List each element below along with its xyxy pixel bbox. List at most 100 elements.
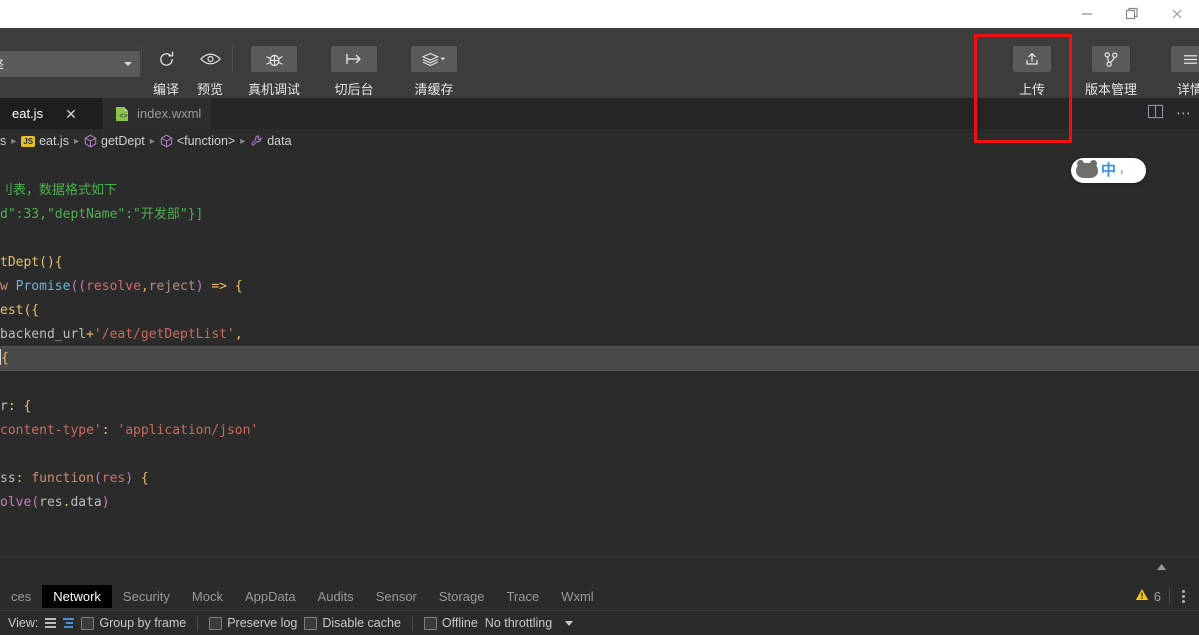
ime-indicator[interactable]: 中 ， — [1071, 158, 1146, 183]
toolbar-button-real-device-debug[interactable]: 真机调试 — [243, 46, 305, 98]
toolbar-label-compile: 编译 — [152, 82, 179, 97]
code-line[interactable]: 刂表，数据格式如下 — [0, 179, 117, 203]
ime-punctuation-label[interactable]: ， — [1119, 165, 1130, 176]
devtools-tab-audits[interactable]: Audits — [307, 585, 365, 608]
breadcrumb-separator: ▸ — [73, 135, 79, 147]
code-token: w — [0, 279, 16, 294]
code-line[interactable]: w Promise((resolve,reject) => { — [0, 275, 243, 299]
code-line[interactable]: est({ — [0, 299, 39, 323]
code-token: olve — [0, 495, 32, 510]
switch-background-icon — [331, 46, 377, 72]
breadcrumb-item-0[interactable]: s — [0, 134, 6, 148]
more-actions-icon[interactable]: ⋯ — [1176, 106, 1191, 121]
code-line[interactable]: r: { — [0, 395, 31, 419]
toolbar-button-switch-background[interactable]: 切后台 — [323, 46, 385, 98]
breadcrumb-item-3[interactable]: <function> — [160, 134, 235, 149]
toolbar-button-clear-cache[interactable]: 清缓存 — [403, 46, 465, 98]
devtools-tab-appdata[interactable]: AppData — [234, 585, 307, 608]
breadcrumb-separator: ▸ — [149, 135, 155, 147]
toolbar-button-upload[interactable]: 上传 — [1010, 46, 1054, 98]
toolbar-button-compile[interactable]: 编译 — [144, 46, 188, 98]
devtools-panel: ces Network Security Mock AppData Audits Senso… — [0, 556, 1199, 635]
close-icon[interactable]: ✕ — [65, 107, 77, 121]
throttling-select[interactable]: No throttling — [485, 616, 552, 630]
editor-tabbar: eat.js ✕ <> index.wxml ⋯ — [0, 98, 1199, 129]
breadcrumb-item-2[interactable]: getDept — [84, 134, 145, 149]
breadcrumb-label: <function> — [176, 134, 236, 148]
code-line[interactable]: { — [0, 347, 9, 371]
checkbox-disable-cache[interactable]: Disable cache — [304, 616, 401, 630]
window-restore-button[interactable] — [1109, 0, 1154, 28]
checkbox-box — [209, 616, 223, 630]
code-line[interactable]: backend_url+'/eat/getDeptList', — [0, 323, 243, 347]
code-line[interactable]: olve(res.data) — [0, 491, 110, 515]
code-line[interactable]: d":33,"deptName":"开发部"}] — [0, 203, 203, 227]
code-token: function — [31, 471, 94, 486]
devtools-tab-security[interactable]: Security — [112, 585, 181, 608]
breadcrumb-label: getDept — [101, 134, 145, 148]
editor-tab-eat-js[interactable]: eat.js ✕ — [0, 98, 103, 129]
wrench-icon — [250, 134, 263, 149]
chevron-down-icon[interactable] — [565, 620, 574, 626]
eye-icon — [191, 46, 229, 72]
devtools-tab-sensor[interactable]: Sensor — [365, 585, 428, 608]
waterfall-view-icon[interactable] — [63, 618, 75, 628]
checkbox-preserve-log[interactable]: Preserve log — [209, 616, 297, 630]
devtools-tab-mock[interactable]: Mock — [181, 585, 234, 608]
split-editor-icon[interactable] — [1147, 104, 1164, 124]
code-line-highlight — [0, 346, 1199, 371]
code-token: , — [234, 327, 243, 342]
code-line[interactable]: ss: function(res) { — [0, 467, 149, 491]
checkbox-label: Offline — [441, 616, 478, 630]
devtools-tab-wxml[interactable]: Wxml — [550, 585, 605, 608]
branch-icon — [1092, 46, 1130, 72]
window-close-button[interactable] — [1154, 0, 1199, 28]
cube-icon — [160, 134, 173, 149]
hamburger-icon — [1171, 46, 1199, 72]
js-file-icon: JS — [21, 135, 36, 147]
editor-tab-index-wxml[interactable]: <> index.wxml — [103, 98, 213, 129]
code-token: Promise — [15, 279, 71, 294]
code-token: { — [140, 471, 149, 486]
toolbar-group-build: 编译 预览 — [144, 46, 232, 98]
code-token: tDept — [0, 255, 40, 270]
devtools-tab-network[interactable]: Network — [42, 584, 112, 608]
upload-icon — [1013, 46, 1051, 72]
toolbar-button-preview[interactable]: 预览 — [188, 46, 232, 98]
checkbox-box — [304, 616, 318, 630]
checkbox-offline[interactable]: Offline — [423, 616, 478, 630]
checkbox-box — [81, 616, 95, 630]
list-view-icon[interactable] — [45, 618, 57, 628]
breadcrumb: s ▸ JS eat.js ▸ getDept ▸ <function> ▸ d… — [0, 129, 1199, 153]
code-line[interactable]: content-type': 'application/json' — [0, 419, 258, 443]
breadcrumb-label: eat.js — [39, 134, 69, 148]
editor-tab-label: index.wxml — [137, 106, 202, 121]
compile-mode-select[interactable]: 普通编译 — [0, 51, 140, 77]
devtools-tab-ces[interactable]: ces — [0, 585, 42, 608]
code-token: res — [101, 471, 126, 486]
toolbar-button-details[interactable]: 详情 — [1168, 46, 1199, 98]
code-token: est — [0, 303, 24, 318]
toolbar-divider-2 — [232, 46, 233, 72]
window-titlebar — [0, 0, 1199, 28]
devtools-tab-trace[interactable]: Trace — [495, 585, 550, 608]
checkbox-group-by-frame[interactable]: Group by frame — [81, 616, 186, 630]
code-token: ({ — [23, 303, 40, 318]
cube-icon — [84, 134, 97, 149]
warning-indicator[interactable]: 6 — [1135, 588, 1161, 604]
ime-mode-label[interactable]: 中 — [1101, 163, 1116, 178]
code-line[interactable]: tDept(){ — [0, 251, 63, 275]
collapse-caret-icon[interactable] — [1151, 557, 1171, 577]
window-minimize-button[interactable] — [1064, 0, 1109, 28]
toolbar-button-version-control[interactable]: 版本管理 — [1080, 46, 1142, 98]
warning-triangle-icon — [1135, 588, 1149, 604]
code-token: r — [0, 399, 8, 414]
devtools-tab-storage[interactable]: Storage — [428, 585, 496, 608]
kebab-menu-icon[interactable] — [1178, 588, 1189, 605]
code-token: ( — [31, 495, 40, 510]
code-editor[interactable]: 刂表，数据格式如下 d":33,"deptName":"开发部"}] tDept()… — [0, 153, 1199, 556]
breadcrumb-item-4[interactable]: data — [250, 134, 292, 149]
code-token: ss — [0, 471, 16, 486]
breadcrumb-item-1[interactable]: JS eat.js — [21, 134, 69, 148]
code-token: { — [1, 351, 9, 366]
